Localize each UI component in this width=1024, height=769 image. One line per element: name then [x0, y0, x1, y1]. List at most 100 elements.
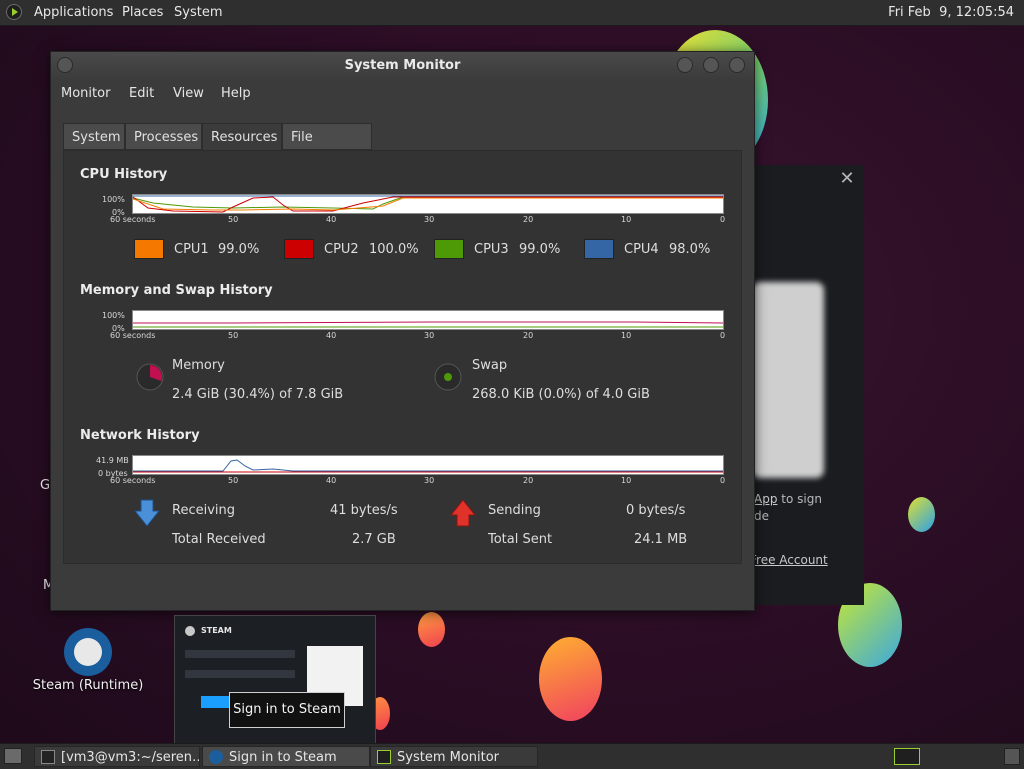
cpu2-label: CPU2 — [324, 242, 359, 257]
cpu4-label: CPU4 — [624, 242, 659, 257]
memory-x-label-20: 20 — [523, 331, 534, 340]
cpu2-value: 100.0% — [369, 242, 419, 257]
tab-file-systems[interactable]: File Systems — [282, 123, 372, 172]
cpu1-color-swatch[interactable] — [134, 239, 164, 259]
memory-line — [133, 321, 724, 324]
memory-x-label-50: 50 — [228, 331, 239, 340]
decorative-bubble — [908, 497, 935, 532]
total-sent-value: 24.1 MB — [634, 532, 688, 547]
total-sent-label: Total Sent — [488, 532, 553, 547]
steam-icon — [209, 750, 223, 764]
cpu-x-label-20: 20 — [523, 215, 534, 224]
desktop-icon-label-partial: G — [40, 478, 51, 493]
steam-app-text: App to sign — [754, 492, 822, 506]
qr-code-image — [752, 282, 824, 478]
network-x-label-30: 30 — [424, 476, 435, 485]
menu-edit[interactable]: Edit — [129, 86, 154, 101]
menu-help[interactable]: Help — [221, 86, 251, 101]
trash-icon[interactable] — [1004, 748, 1020, 765]
menu-view[interactable]: View — [173, 86, 204, 101]
memory-graph-lines — [133, 321, 724, 328]
memory-label: Memory — [172, 358, 225, 373]
memory-x-label-60: 60 seconds — [110, 331, 156, 340]
swap-pie-icon[interactable] — [434, 363, 462, 391]
show-desktop-icon[interactable] — [4, 748, 22, 764]
receiving-arrow-icon[interactable] — [134, 499, 160, 527]
receiving-arrow-shape — [134, 499, 160, 527]
steam-line2: de — [754, 509, 769, 523]
titlebar[interactable]: System Monitor — [51, 52, 754, 80]
maximize-button[interactable] — [703, 57, 719, 73]
network-graph-lines — [133, 459, 723, 473]
memory-history-title: Memory and Swap History — [80, 283, 273, 298]
cpu-x-label-60: 60 seconds — [110, 215, 156, 224]
applications-logo-icon[interactable] — [6, 4, 22, 20]
receiving-value: 41 bytes/s — [330, 503, 398, 518]
steam-app-link[interactable]: App — [754, 492, 777, 506]
close-button[interactable] — [729, 57, 745, 73]
task-terminal[interactable]: [vm3@vm3:~/seren… — [34, 746, 200, 767]
memory-x-label-10: 10 — [621, 331, 632, 340]
memory-y-top-label: 100% — [102, 311, 125, 320]
memory-value: 2.4 GiB (30.4%) of 7.8 GiB — [172, 387, 344, 402]
cpu-graph-lines — [132, 195, 723, 213]
close-icon[interactable]: ✕ — [838, 170, 856, 188]
clock[interactable]: Fri Feb 9, 12:05:54 — [888, 0, 1014, 25]
receiving-label: Receiving — [172, 503, 236, 518]
free-account-link[interactable]: Free Account — [750, 553, 828, 567]
task-terminal-label: [vm3@vm3:~/seren… — [61, 750, 200, 765]
cpu-x-label-30: 30 — [424, 215, 435, 224]
swap-pie-dot — [444, 373, 452, 381]
tab-resources[interactable]: Resources — [202, 123, 282, 150]
task-system-monitor[interactable]: System Monitor — [370, 746, 538, 767]
cpu3-color-swatch[interactable] — [434, 239, 464, 259]
memory-x-label-30: 30 — [424, 331, 435, 340]
cpu2-color-swatch[interactable] — [284, 239, 314, 259]
minimize-button[interactable] — [677, 57, 693, 73]
menu-monitor[interactable]: Monitor — [61, 86, 110, 101]
sending-label: Sending — [488, 503, 541, 518]
receiving-line — [133, 459, 723, 472]
places-menu[interactable]: Places — [122, 0, 163, 25]
network-y-top-label: 41.9 MB — [96, 456, 129, 465]
memory-pie-icon[interactable] — [136, 363, 164, 391]
system-menu[interactable]: System — [174, 0, 222, 25]
network-x-label-50: 50 — [228, 476, 239, 485]
network-x-label-10: 10 — [621, 476, 632, 485]
network-x-label-20: 20 — [523, 476, 534, 485]
system-monitor-applet-icon[interactable] — [894, 748, 920, 765]
task-steam-label: Sign in to Steam — [229, 750, 337, 765]
thumbnail-field — [185, 650, 295, 658]
bottom-panel: [vm3@vm3:~/seren… Sign in to Steam Syste… — [0, 743, 1024, 769]
applications-menu[interactable]: Applications — [34, 0, 113, 25]
network-history-graph — [132, 455, 724, 475]
cpu3-line — [132, 196, 723, 210]
system-monitor-window: System Monitor Monitor Edit View Help Sy… — [50, 51, 755, 611]
top-panel: Applications Places System Fri Feb 9, 12… — [0, 0, 1024, 26]
tab-processes[interactable]: Processes — [125, 123, 202, 150]
network-x-label-40: 40 — [326, 476, 337, 485]
steam-runtime-label[interactable]: Steam (Runtime) — [28, 678, 148, 693]
system-monitor-icon — [377, 750, 391, 764]
cpu-y-top-label: 100% — [102, 195, 125, 204]
decorative-bubble — [539, 637, 602, 721]
sending-value: 0 bytes/s — [626, 503, 686, 518]
cpu4-color-swatch[interactable] — [584, 239, 614, 259]
tab-system[interactable]: System — [63, 123, 125, 150]
task-steam-signin[interactable]: Sign in to Steam — [202, 746, 370, 767]
cpu-history-title: CPU History — [80, 167, 168, 182]
terminal-icon — [41, 750, 55, 764]
cpu-x-label-50: 50 — [228, 215, 239, 224]
cpu4-value: 98.0% — [669, 242, 711, 257]
cpu1-label: CPU1 — [174, 242, 209, 257]
memory-history-graph — [132, 310, 724, 330]
cpu3-value: 99.0% — [519, 242, 561, 257]
total-received-value: 2.7 GB — [352, 532, 396, 547]
swap-value: 268.0 KiB (0.0%) of 4.0 GiB — [472, 387, 650, 402]
sending-arrow-shape — [450, 499, 476, 527]
steam-runtime-icon[interactable] — [64, 628, 112, 676]
network-history-title: Network History — [80, 428, 200, 443]
sending-arrow-icon[interactable] — [450, 499, 476, 527]
cpu1-value: 99.0% — [218, 242, 260, 257]
cpu-history-graph — [132, 194, 724, 214]
